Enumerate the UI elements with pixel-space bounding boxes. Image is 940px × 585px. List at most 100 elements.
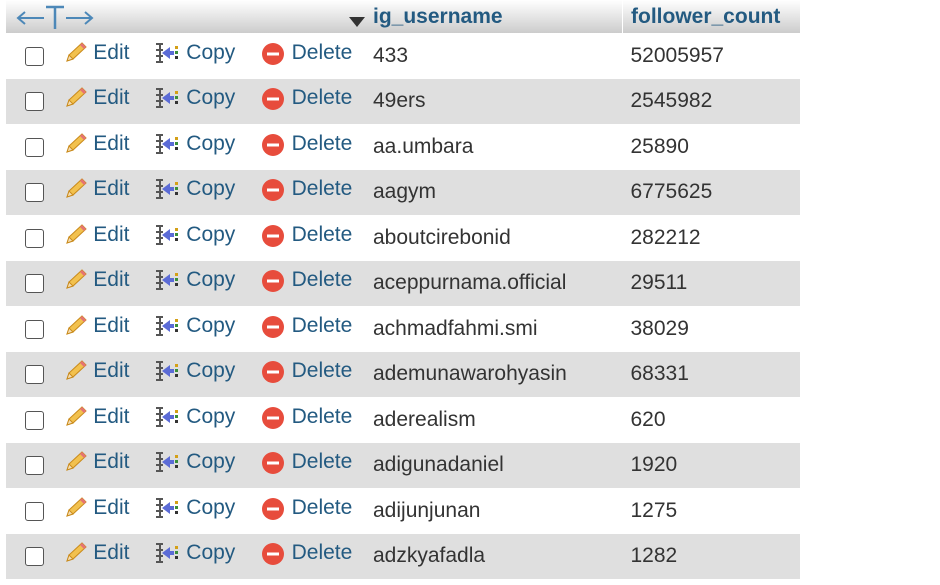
copy-cell: Copy <box>154 443 259 489</box>
edit-label: Edit <box>93 131 130 155</box>
pencil-icon <box>66 224 87 244</box>
copy-button[interactable]: Copy <box>154 41 235 65</box>
row-checkbox[interactable] <box>25 365 45 385</box>
copy-button[interactable]: Copy <box>154 314 235 338</box>
edit-button[interactable]: Edit <box>63 359 129 383</box>
row-checkbox[interactable] <box>25 410 45 430</box>
delete-button[interactable]: Delete <box>260 450 352 475</box>
pencil-icon <box>66 497 87 517</box>
copy-button[interactable]: Copy <box>154 223 235 247</box>
cell-follower-count[interactable]: 6775625 <box>623 170 801 216</box>
cell-follower-count[interactable]: 38029 <box>623 306 801 352</box>
edit-cell: Edit <box>63 488 154 534</box>
cell-ig-username[interactable]: aagym <box>366 170 623 216</box>
row-checkbox[interactable] <box>25 456 45 476</box>
cell-follower-count[interactable]: 2545982 <box>623 79 801 125</box>
row-checkbox[interactable] <box>25 319 45 339</box>
cell-follower-count[interactable]: 68331 <box>623 352 801 398</box>
delete-button[interactable]: Delete <box>260 41 352 65</box>
delete-button[interactable]: Delete <box>260 223 352 247</box>
cell-ig-username[interactable]: 49ers <box>366 79 623 125</box>
copy-insert-icon <box>156 497 179 518</box>
cell-ig-username[interactable]: aderealism <box>366 397 623 443</box>
delete-button[interactable]: Delete <box>260 359 352 384</box>
cell-follower-count[interactable]: 29511 <box>623 261 801 307</box>
cell-ig-username[interactable]: aa.umbara <box>366 124 623 170</box>
delete-cell: Delete <box>260 352 366 398</box>
row-checkbox[interactable] <box>25 137 45 157</box>
cell-ig-username[interactable]: 433 <box>366 33 623 79</box>
copy-insert-icon <box>156 315 179 336</box>
copy-button[interactable]: Copy <box>154 450 235 474</box>
cell-follower-count[interactable]: 52005957 <box>623 33 801 79</box>
delete-button[interactable]: Delete <box>260 132 352 156</box>
cell-ig-username[interactable]: aboutcirebonid <box>366 215 623 261</box>
row-checkbox[interactable] <box>25 547 45 567</box>
row-checkbox[interactable] <box>25 501 45 521</box>
delete-button[interactable]: Delete <box>260 541 352 566</box>
cell-ig-username[interactable]: aceppurnama.official <box>366 261 623 307</box>
copy-button[interactable]: Copy <box>154 86 235 110</box>
edit-cell: Edit <box>63 397 154 443</box>
cell-follower-count[interactable]: 282212 <box>623 215 801 261</box>
delete-label: Delete <box>291 404 353 428</box>
cell-follower-count[interactable]: 25890 <box>623 124 801 170</box>
row-checkbox[interactable] <box>25 228 45 248</box>
row-checkbox[interactable] <box>25 183 45 203</box>
cell-ig-username[interactable]: adigunadaniel <box>366 443 623 489</box>
copy-button[interactable]: Copy <box>154 268 235 292</box>
cell-ig-username[interactable]: achmadfahmi.smi <box>366 306 623 352</box>
cell-follower-count[interactable]: 1275 <box>623 488 801 534</box>
column-header-ig-username[interactable]: ig_username <box>366 0 623 33</box>
row-checkbox[interactable] <box>25 92 45 112</box>
cell-follower-count[interactable]: 620 <box>623 397 801 443</box>
edit-button[interactable]: Edit <box>63 496 129 520</box>
delete-button[interactable]: Delete <box>260 496 352 520</box>
delete-circle-icon <box>261 452 284 475</box>
edit-button[interactable]: Edit <box>63 177 129 201</box>
delete-button[interactable]: Delete <box>260 86 352 111</box>
table-body: Edit Copy Delete 433 52005957 Edit Copy … <box>6 33 800 579</box>
edit-label: Edit <box>93 541 130 565</box>
copy-button[interactable]: Copy <box>154 359 235 383</box>
cell-ig-username[interactable]: adzkyafadla <box>366 534 623 580</box>
delete-button[interactable]: Delete <box>260 314 352 338</box>
left-right-arrows-icon[interactable] <box>16 0 96 33</box>
pencil-icon <box>66 542 87 563</box>
copy-button[interactable]: Copy <box>154 177 235 201</box>
edit-button[interactable]: Edit <box>63 86 129 110</box>
table-row: Edit Copy <box>6 215 800 261</box>
copy-button[interactable]: Copy <box>154 405 235 429</box>
edit-button[interactable]: Edit <box>63 450 129 474</box>
delete-button[interactable]: Delete <box>260 268 352 293</box>
row-checkbox-cell <box>6 488 63 534</box>
copy-button[interactable]: Copy <box>154 132 235 156</box>
row-checkbox[interactable] <box>25 274 45 294</box>
column-header-follower-count[interactable]: follower_count <box>622 0 800 33</box>
copy-label: Copy <box>186 177 236 201</box>
table-row: Edit Copy <box>6 488 800 534</box>
table-row: Edit Copy <box>6 397 800 443</box>
delete-button[interactable]: Delete <box>260 404 353 429</box>
edit-button[interactable]: Edit <box>63 314 129 338</box>
pencil-icon <box>66 406 87 426</box>
cell-follower-count[interactable]: 1282 <box>623 534 801 580</box>
row-checkbox-cell <box>6 443 63 489</box>
copy-button[interactable]: Copy <box>154 496 235 520</box>
edit-button[interactable]: Edit <box>63 223 129 247</box>
edit-button[interactable]: Edit <box>63 41 129 65</box>
delete-cell: Delete <box>260 534 366 580</box>
row-checkbox[interactable] <box>25 46 45 66</box>
edit-button[interactable]: Edit <box>63 132 129 156</box>
header-actions-cell <box>6 0 366 33</box>
cell-follower-count[interactable]: 1920 <box>623 443 801 489</box>
delete-button[interactable]: Delete <box>260 177 352 202</box>
cell-ig-username[interactable]: adijunjunan <box>366 488 623 534</box>
edit-button[interactable]: Edit <box>63 268 129 292</box>
edit-button[interactable]: Edit <box>63 541 129 565</box>
copy-button[interactable]: Copy <box>154 541 235 565</box>
copy-insert-icon <box>156 543 179 564</box>
edit-button[interactable]: Edit <box>63 405 129 429</box>
sort-caret-icon[interactable] <box>348 10 366 34</box>
cell-ig-username[interactable]: ademunawarohyasin <box>366 352 623 398</box>
